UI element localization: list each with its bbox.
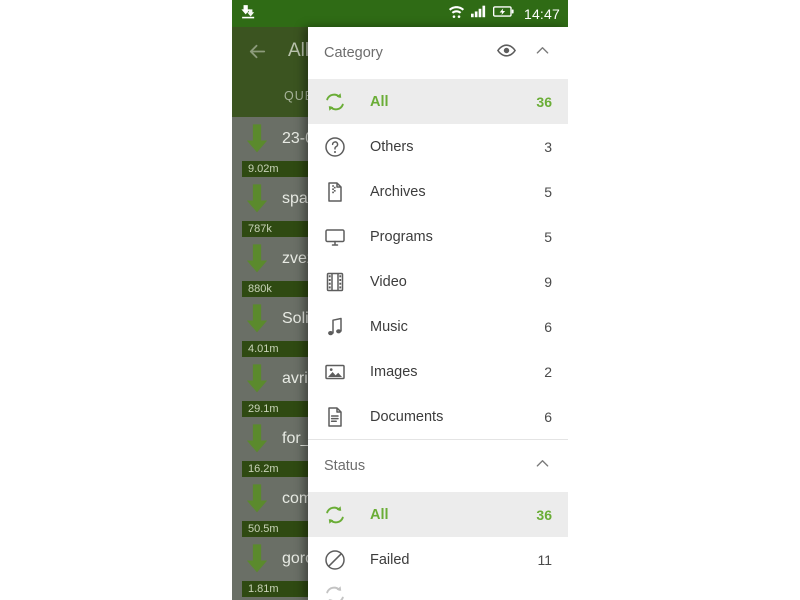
filter-row-count: 9 <box>544 273 552 290</box>
document-icon <box>322 404 348 430</box>
eye-icon[interactable] <box>496 40 517 66</box>
film-icon <box>322 269 348 295</box>
blocked-icon <box>322 547 348 573</box>
filter-row-count: 6 <box>544 318 552 335</box>
filter-row-count: 36 <box>536 506 552 523</box>
filter-row-images[interactable]: Images 2 <box>308 349 568 394</box>
background-download-size: 29.1m <box>248 403 279 415</box>
filter-row-all[interactable]: All 36 <box>308 79 568 124</box>
music-note-icon <box>322 314 348 340</box>
filter-row-programs[interactable]: Programs 5 <box>308 214 568 259</box>
filter-row-all[interactable]: All 36 <box>308 492 568 537</box>
section-title: Status <box>324 458 366 474</box>
chevron-up-icon[interactable] <box>533 41 552 65</box>
archive-icon <box>322 179 348 205</box>
background-download-size: 16.2m <box>248 463 279 475</box>
wifi-icon <box>448 4 465 24</box>
filter-row-label: Music <box>370 318 408 335</box>
filter-row-count: 11 <box>537 551 552 568</box>
filter-row-label: All <box>370 93 389 110</box>
filter-row-documents[interactable]: Documents 6 <box>308 394 568 439</box>
download-arrow-icon <box>242 182 272 216</box>
filter-drawer: Category All 36 Others 3 Archives 5 Prog… <box>308 27 568 600</box>
filter-row-count: 6 <box>544 408 552 425</box>
screenshot-frame: 14:47 All QUE 23-0 9.02m spac 787k zvez … <box>0 0 800 600</box>
filter-row-label: Images <box>370 363 418 380</box>
filter-row-count: 2 <box>544 363 552 380</box>
filter-row-label: Programs <box>370 228 433 245</box>
status-bar-clock: 14:47 <box>523 5 560 22</box>
filter-row-archives[interactable]: Archives 5 <box>308 169 568 214</box>
sync-icon <box>322 502 348 528</box>
filter-row-video[interactable]: Video 9 <box>308 259 568 304</box>
monitor-icon <box>322 224 348 250</box>
background-app-title: All <box>288 40 310 61</box>
filter-row-count: 36 <box>536 93 552 110</box>
background-download-size: 1.81m <box>248 583 279 595</box>
background-download-size: 9.02m <box>248 163 279 175</box>
download-arrow-icon <box>242 542 272 576</box>
cellular-signal-icon <box>470 4 487 23</box>
filter-row-failed[interactable]: Failed 11 <box>308 537 568 582</box>
section-header-status[interactable]: Status <box>308 440 568 492</box>
filter-row-label: Documents <box>370 408 444 425</box>
section-header-category[interactable]: Category <box>308 27 568 79</box>
background-download-size: 4.01m <box>248 343 279 355</box>
download-arrow-icon <box>242 242 272 276</box>
status-bar-right: 14:47 <box>448 4 560 24</box>
filter-row-count: 5 <box>544 228 552 245</box>
filter-row-label: All <box>370 506 389 523</box>
download-arrow-icon <box>242 482 272 516</box>
section-title: Category <box>324 45 383 61</box>
background-download-size: 787k <box>248 223 272 235</box>
status-bar: 14:47 <box>232 0 568 27</box>
pending-icon <box>322 582 348 600</box>
sync-icon <box>322 89 348 115</box>
filter-row-others[interactable]: Others 3 <box>308 124 568 169</box>
status-bar-left <box>240 3 257 25</box>
image-icon <box>322 359 348 385</box>
battery-charging-icon <box>492 5 514 23</box>
filter-row-count: 3 <box>544 138 552 155</box>
filter-row-label: Video <box>370 273 407 290</box>
download-arrow-icon <box>242 122 272 156</box>
section-header-icons <box>533 454 552 478</box>
filter-row-label: Others <box>370 138 414 155</box>
download-arrow-icon <box>242 422 272 456</box>
filter-row-label: Archives <box>370 183 426 200</box>
filter-row-music[interactable]: Music 6 <box>308 304 568 349</box>
background-download-size: 50.5m <box>248 523 279 535</box>
phone-screen: 14:47 All QUE 23-0 9.02m spac 787k zvez … <box>232 0 568 600</box>
filter-row-partial[interactable] <box>308 582 568 600</box>
question-circle-icon <box>322 134 348 160</box>
section-header-icons <box>496 40 552 66</box>
back-arrow-icon[interactable] <box>244 38 270 64</box>
chevron-up-icon[interactable] <box>533 454 552 478</box>
filter-row-label: Failed <box>370 551 410 568</box>
background-download-size: 880k <box>248 283 272 295</box>
download-arrow-icon <box>242 302 272 336</box>
filter-row-count: 5 <box>544 183 552 200</box>
download-notification-icon <box>240 3 257 25</box>
download-arrow-icon <box>242 362 272 396</box>
